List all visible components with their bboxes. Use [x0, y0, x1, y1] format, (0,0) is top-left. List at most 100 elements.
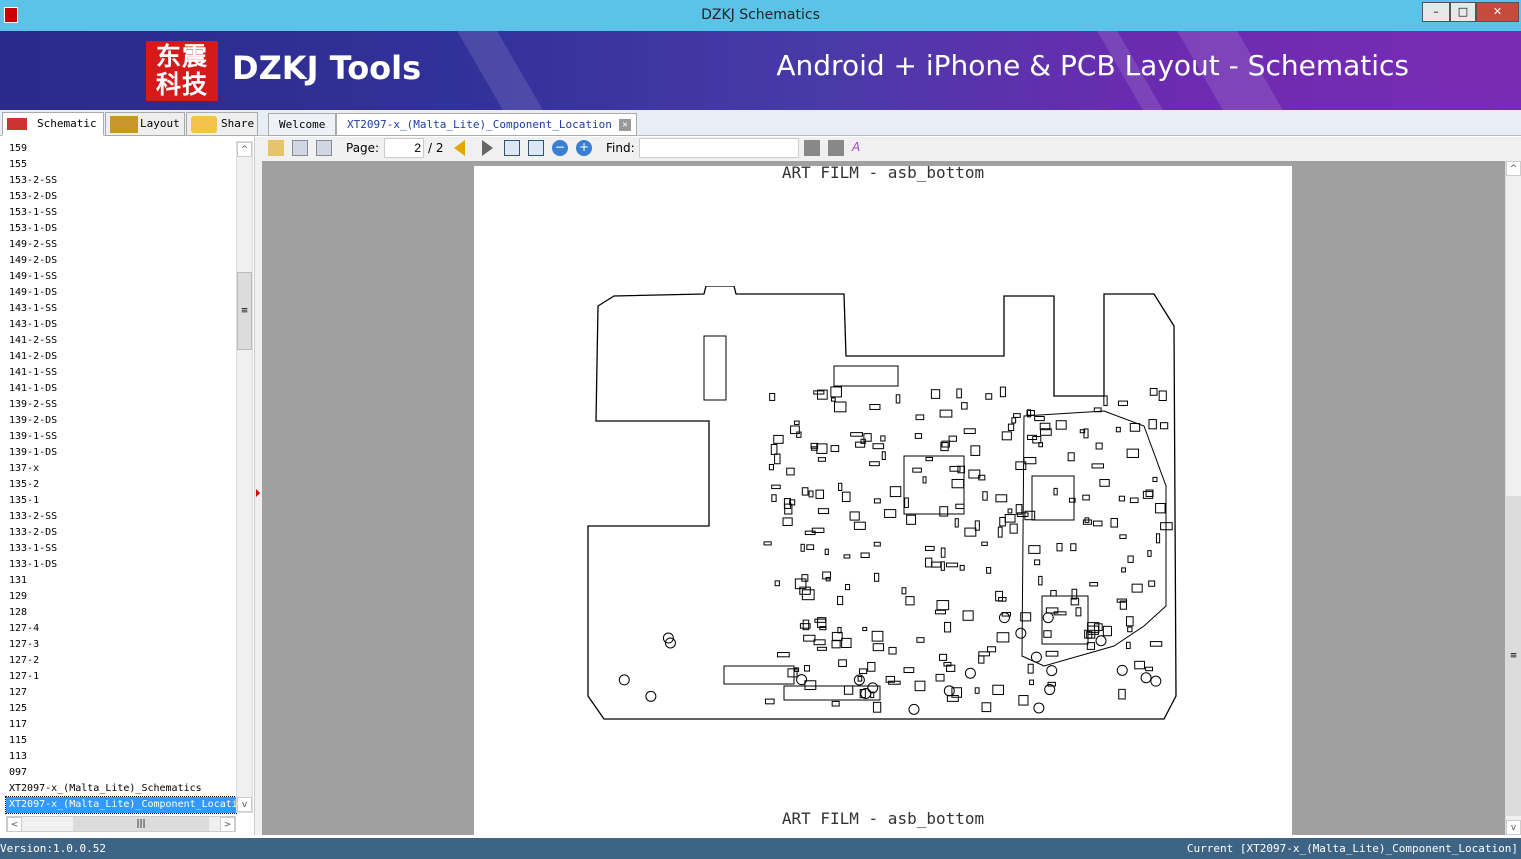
viewer-scroll-down[interactable]: v: [1506, 820, 1521, 835]
viewer-scrollbar[interactable]: ^ ≡ v: [1505, 161, 1521, 835]
viewer-scroll-up[interactable]: ^: [1506, 161, 1521, 176]
file-list-item[interactable]: 143-1-SS: [6, 301, 236, 317]
file-list-item[interactable]: 149-2-SS: [6, 237, 236, 253]
file-list-item[interactable]: 141-1-DS: [6, 381, 236, 397]
pcb-component: [1155, 533, 1161, 544]
pcb-component: [959, 564, 965, 571]
file-list-item[interactable]: 141-2-DS: [6, 349, 236, 365]
minimize-button[interactable]: –: [1422, 2, 1450, 22]
file-list-item[interactable]: 125: [6, 701, 236, 717]
file-list-item[interactable]: 135-1: [6, 493, 236, 509]
pcb-component: [1148, 580, 1156, 587]
find-first-icon[interactable]: [804, 140, 820, 156]
file-list-item[interactable]: 153-2-SS: [6, 173, 236, 189]
horizontal-scrollbar[interactable]: < ||| >: [6, 816, 236, 832]
file-list-item[interactable]: 149-2-DS: [6, 253, 236, 269]
panel-splitter[interactable]: [255, 137, 262, 835]
document-viewer[interactable]: ART FILM - asb_bottom ART FILM - asb_bot…: [262, 161, 1505, 835]
pcb-component: [880, 435, 886, 442]
scroll-left-button[interactable]: <: [7, 817, 22, 832]
pcb-component: [768, 464, 774, 471]
file-list-item[interactable]: 127: [6, 685, 236, 701]
pcb-component: [1071, 588, 1078, 600]
tab-component-location[interactable]: XT2097-x_(Malta_Lite)_Component_Location…: [336, 113, 637, 136]
fit-width-icon[interactable]: [504, 140, 520, 156]
zoom-in-icon[interactable]: +: [576, 140, 592, 156]
logo: 东震科技: [146, 41, 218, 101]
file-list-item[interactable]: 117: [6, 717, 236, 733]
scroll-down-button[interactable]: v: [237, 797, 252, 812]
file-list-item[interactable]: 133-1-DS: [6, 557, 236, 573]
page-input[interactable]: [384, 138, 424, 158]
scroll-up-button[interactable]: ^: [237, 142, 252, 157]
file-list-item[interactable]: 133-2-DS: [6, 525, 236, 541]
pcb-component: [931, 561, 942, 568]
tab-share[interactable]: Share: [186, 112, 258, 136]
scroll-right-button[interactable]: >: [220, 817, 235, 832]
pcb-component: [948, 435, 957, 442]
file-list-item[interactable]: 127-1: [6, 669, 236, 685]
pcb-test-point: [998, 612, 1010, 624]
file-list-item[interactable]: 155: [6, 157, 236, 173]
prev-doc-icon[interactable]: [292, 140, 308, 156]
file-list-item[interactable]: 141-1-SS: [6, 365, 236, 381]
pcb-component: [869, 461, 880, 467]
pcb-test-point: [618, 674, 630, 686]
file-list-item[interactable]: 113: [6, 749, 236, 765]
find-next-icon[interactable]: [828, 140, 844, 156]
highlight-icon[interactable]: A: [852, 140, 868, 156]
file-list-panel: 159 155 153-2-SS 153-2-DS 153-1-SS 153-1-DS 14…: [0, 137, 255, 835]
pcb-component: [1152, 476, 1158, 482]
file-list-item[interactable]: 139-2-SS: [6, 397, 236, 413]
pcb-component: [816, 443, 828, 454]
file-list-item[interactable]: 133-2-SS: [6, 509, 236, 525]
next-page-icon[interactable]: [482, 140, 493, 156]
file-list-item[interactable]: 097: [6, 765, 236, 781]
viewer-scroll-thumb[interactable]: ≡: [1506, 496, 1521, 816]
file-list-item[interactable]: 143-1-DS: [6, 317, 236, 333]
file-list-item[interactable]: 139-1-DS: [6, 445, 236, 461]
file-list-item[interactable]: 159: [6, 141, 236, 157]
file-list-item[interactable]: 135-2: [6, 477, 236, 493]
file-list-item[interactable]: XT2097-x_(Malta_Lite)_Component_Location: [5, 796, 237, 814]
zoom-out-icon[interactable]: −: [552, 140, 568, 156]
file-list-item[interactable]: 131: [6, 573, 236, 589]
scroll-thumb[interactable]: ≡: [237, 272, 252, 350]
tab-schematic[interactable]: Schematic: [2, 112, 104, 136]
vertical-scrollbar[interactable]: ^ ≡ v: [236, 141, 253, 813]
pcb-component: [1118, 495, 1126, 502]
file-list-item[interactable]: 139-1-SS: [6, 429, 236, 445]
file-list-item[interactable]: 153-2-DS: [6, 189, 236, 205]
file-list-item[interactable]: 149-1-SS: [6, 269, 236, 285]
file-list-item[interactable]: 127-2: [6, 653, 236, 669]
file-list-item[interactable]: 149-1-DS: [6, 285, 236, 301]
file-list-item[interactable]: 128: [6, 605, 236, 621]
prev-page-icon[interactable]: [454, 140, 465, 156]
file-list-item[interactable]: 137-x: [6, 461, 236, 477]
file-list-item[interactable]: XT2097-x_(Malta_Lite)_Schematics: [6, 781, 236, 797]
file-list-item[interactable]: 153-1-SS: [6, 205, 236, 221]
hscroll-thumb[interactable]: |||: [73, 817, 209, 831]
tab-layout[interactable]: Layout: [105, 112, 185, 136]
file-list-item[interactable]: 153-1-DS: [6, 221, 236, 237]
tab-welcome[interactable]: Welcome: [268, 113, 337, 136]
file-list-item[interactable]: 115: [6, 733, 236, 749]
close-tab-icon[interactable]: ✕: [618, 119, 631, 131]
file-list-item[interactable]: 127-3: [6, 637, 236, 653]
pads-icon: [110, 116, 138, 133]
close-button[interactable]: ✕: [1476, 2, 1519, 22]
maximize-button[interactable]: □: [1450, 2, 1476, 22]
open-icon[interactable]: [268, 140, 284, 156]
file-list-item[interactable]: 139-2-DS: [6, 413, 236, 429]
file-list-item[interactable]: 141-2-SS: [6, 333, 236, 349]
next-doc-icon[interactable]: [316, 140, 332, 156]
file-list-item[interactable]: 133-1-SS: [6, 541, 236, 557]
fit-page-icon[interactable]: [528, 140, 544, 156]
pcb-component: [961, 402, 968, 410]
file-list-item[interactable]: 127-4: [6, 621, 236, 637]
file-list-item[interactable]: 129: [6, 589, 236, 605]
pcb-test-point: [1046, 665, 1058, 677]
find-input[interactable]: [639, 138, 799, 158]
pcb-component: [872, 443, 885, 450]
pcb-component: [771, 494, 777, 502]
